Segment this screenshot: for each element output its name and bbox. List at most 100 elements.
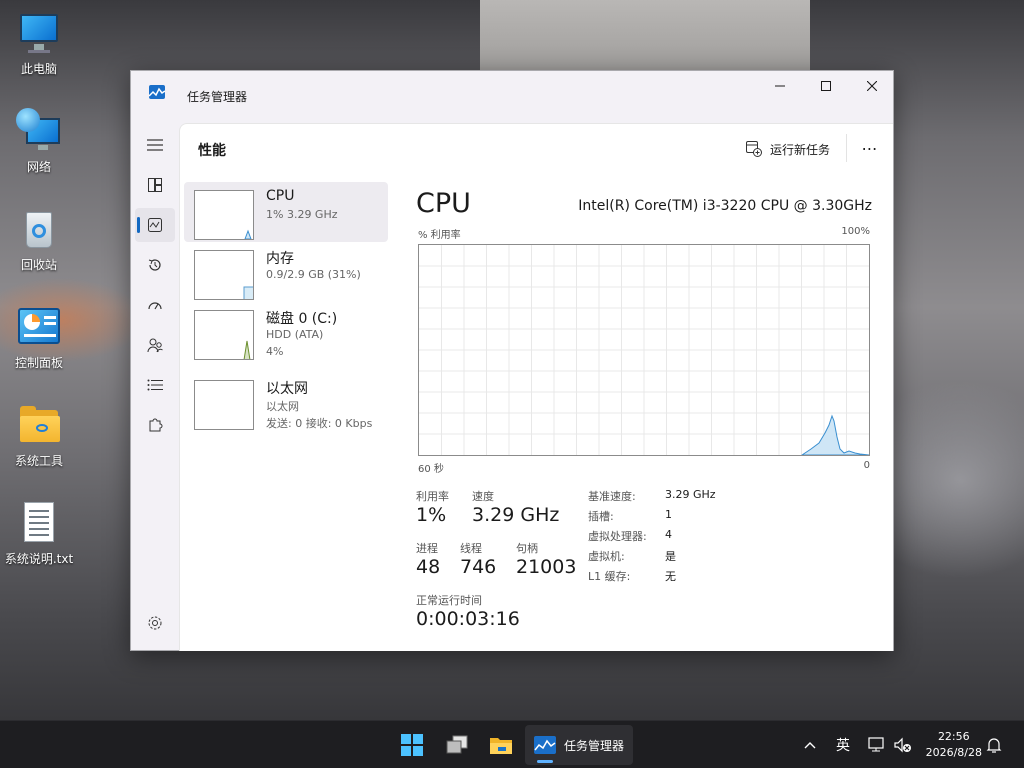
desktop-icon-network[interactable]: 网络 — [0, 108, 78, 175]
speed-value: 3.29 GHz — [472, 504, 560, 526]
cpu-mini-graph — [194, 190, 254, 240]
notification-button[interactable] — [986, 721, 1008, 768]
maximize-button[interactable] — [803, 71, 849, 101]
memory-mini-graph — [194, 250, 254, 300]
desktop-icon-label: 回收站 — [20, 258, 57, 272]
graph-max-label: 100% — [841, 226, 870, 237]
nav-details[interactable] — [135, 368, 175, 402]
cpu-usage-area — [800, 414, 870, 456]
handles-label: 句柄 — [516, 542, 538, 555]
task-manager-window: 任务管理器 性能 运行新任务 ⋯ CPU 1% 3.29 GHz 内存 0.9/… — [130, 70, 894, 651]
control-panel-icon — [16, 304, 62, 350]
resource-detail: 0.9/2.9 GB (31%) — [266, 268, 361, 281]
utilization-value: 1% — [416, 504, 447, 526]
minimize-button[interactable] — [757, 71, 803, 101]
resource-detail: 1% 3.29 GHz — [266, 208, 338, 221]
nav-services[interactable] — [135, 408, 175, 442]
details-list-icon — [147, 379, 163, 391]
cpu-heading: CPU — [416, 188, 471, 219]
system-clock[interactable]: 22:56 2026/8/28 — [926, 729, 982, 761]
ime-indicator[interactable]: 英 — [836, 721, 856, 768]
desktop-icon-system-tools[interactable]: 系统工具 — [0, 402, 78, 469]
hamburger-icon — [147, 139, 163, 151]
title-bar[interactable]: 任务管理器 — [131, 71, 893, 115]
resource-item-memory[interactable]: 内存 0.9/2.9 GB (31%) — [184, 242, 388, 302]
start-button[interactable] — [392, 725, 432, 765]
nav-app-history[interactable] — [135, 248, 175, 282]
more-options-button[interactable]: ⋯ — [856, 136, 884, 160]
task-view-button[interactable] — [437, 725, 477, 765]
processes-value: 48 — [416, 556, 441, 578]
threads-label: 线程 — [460, 542, 482, 555]
resource-name: CPU — [266, 188, 295, 204]
run-new-task-label: 运行新任务 — [770, 142, 831, 157]
close-icon — [867, 81, 877, 91]
tray-overflow-button[interactable] — [804, 721, 824, 768]
cpu-model-name: Intel(R) Core(TM) i3-3220 CPU @ 3.30GHz — [578, 198, 872, 214]
folder-icon — [490, 738, 512, 754]
volume-button[interactable] — [894, 721, 916, 768]
desktop-icon-this-pc[interactable]: 此电脑 — [0, 10, 78, 77]
spec-value: 1 — [665, 508, 672, 521]
task-manager-icon — [149, 85, 165, 99]
nav-users[interactable] — [135, 328, 175, 362]
recycle-bin-icon — [16, 206, 62, 252]
desktop-icon-label: 系统工具 — [14, 454, 63, 468]
cpu-utilization-graph — [418, 244, 870, 456]
speedometer-icon — [148, 302, 162, 310]
spec-label: L1 缓存: — [588, 570, 631, 583]
clock-time: 22:56 — [937, 730, 970, 743]
utilization-label: 利用率 — [416, 490, 449, 503]
hamburger-menu-button[interactable] — [135, 128, 175, 162]
close-button[interactable] — [849, 71, 895, 101]
spec-value: 4 — [665, 528, 672, 541]
desktop-icon-label: 控制面板 — [14, 356, 63, 370]
navigation-rail — [131, 115, 179, 650]
graph-time-label: 60 秒 — [418, 464, 444, 475]
desktop-icon-recycle-bin[interactable]: 回收站 — [0, 206, 78, 273]
processes-label: 进程 — [416, 542, 438, 555]
volume-muted-icon — [894, 737, 911, 753]
ime-label: 英 — [836, 738, 850, 754]
network-icon — [16, 108, 62, 154]
active-app-indicator — [537, 760, 553, 763]
taskbar: 任务管理器 英 22:56 2026/8/28 — [0, 720, 1024, 768]
desktop-icon-readme[interactable]: 系统说明.txt — [0, 500, 78, 567]
nav-settings[interactable] — [135, 606, 175, 640]
resource-detail: HDD (ATA) — [266, 328, 324, 341]
resource-name: 磁盘 0 (C:) — [266, 311, 338, 327]
chevron-up-icon — [804, 742, 816, 749]
taskbar-task-manager[interactable]: 任务管理器 — [525, 725, 633, 765]
window-title: 任务管理器 — [187, 90, 248, 104]
uptime-value: 0:00:03:16 — [416, 608, 520, 630]
spec-label: 虚拟处理器: — [588, 530, 647, 543]
content-pane: 性能 运行新任务 ⋯ CPU 1% 3.29 GHz 内存 0.9/2.9 GB… — [179, 123, 893, 651]
clock-date: 2026/8/28 — [925, 746, 982, 759]
resource-item-ethernet[interactable]: 以太网 以太网 发送: 0 接收: 0 Kbps — [184, 372, 388, 432]
nav-performance[interactable] — [135, 208, 175, 242]
run-new-task-button[interactable]: 运行新任务 — [746, 138, 830, 160]
resource-throughput: 发送: 0 接收: 0 Kbps — [266, 417, 373, 430]
network-status-button[interactable] — [868, 721, 890, 768]
file-explorer-button[interactable] — [481, 725, 521, 765]
services-puzzle-icon — [149, 418, 163, 432]
resource-item-cpu[interactable]: CPU 1% 3.29 GHz — [184, 182, 388, 242]
minimize-icon — [775, 85, 785, 87]
cpu-graph-svg — [419, 245, 870, 456]
nav-startup-apps[interactable] — [135, 288, 175, 322]
maximize-icon — [821, 81, 831, 91]
resource-name: 以太网 — [266, 381, 308, 397]
resource-item-disk[interactable]: 磁盘 0 (C:) HDD (ATA) 4% — [184, 302, 388, 362]
uptime-label: 正常运行时间 — [416, 594, 482, 607]
nav-processes[interactable] — [135, 168, 175, 202]
disk-mini-graph — [194, 310, 254, 360]
desktop-icon-control-panel[interactable]: 控制面板 — [0, 304, 78, 371]
network-disconnected-icon — [868, 737, 884, 752]
desktop-icon-label: 系统说明.txt — [4, 552, 74, 566]
spec-label: 虚拟机: — [588, 550, 625, 563]
resource-name: 内存 — [266, 251, 294, 267]
task-view-icon — [446, 735, 468, 754]
resource-detail: 以太网 — [266, 400, 299, 413]
taskbar-app-label: 任务管理器 — [563, 738, 624, 753]
ethernet-mini-graph — [194, 380, 254, 430]
